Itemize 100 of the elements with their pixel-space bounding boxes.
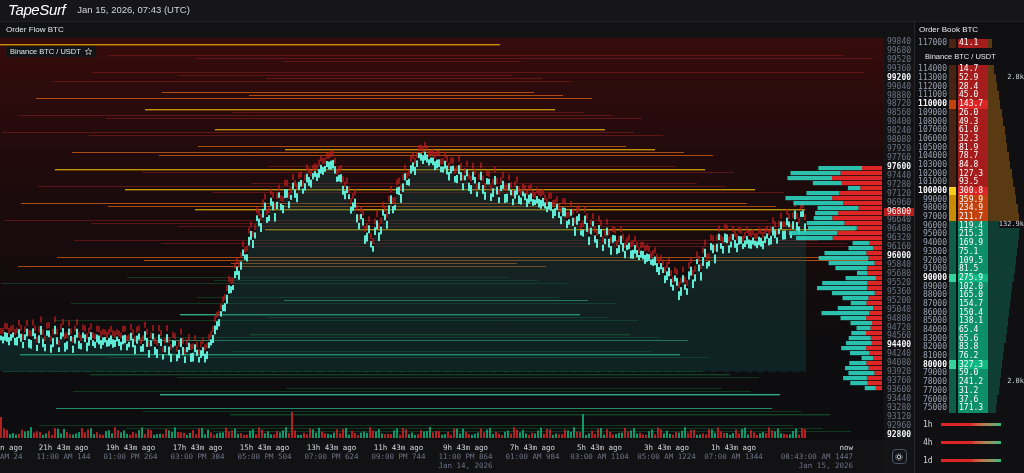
price-label: 88000 [921, 291, 948, 300]
price-label: 94000 [921, 239, 948, 248]
qty-label: 165.0 [958, 290, 988, 300]
price-axis-label: 96480 [885, 225, 913, 234]
price-label: 95000 [921, 230, 948, 239]
price-label: 97000 [921, 213, 948, 222]
price-axis-label: 94240 [885, 350, 913, 359]
price-axis-label: 94080 [885, 359, 913, 368]
qty-label: 81.9 [958, 143, 988, 152]
qty-label: 93.5 [958, 178, 988, 187]
qty-label: 300.8 [958, 186, 988, 196]
price-axis-label: 97760 [885, 154, 913, 162]
volume-bar [941, 423, 1001, 427]
price-label: 104000 [917, 152, 948, 161]
price-label: 113000 [917, 74, 948, 83]
price-axis-label: 99040 [885, 82, 913, 91]
qty-label: 150.4 [958, 308, 988, 317]
period-label: 4h [923, 436, 934, 449]
price-axis-label: 94720 [885, 323, 913, 332]
price-label: 99000 [921, 195, 948, 204]
price-label: 110000 [917, 100, 948, 109]
qty-label: 275.9 [958, 273, 988, 283]
app-logo: TapeSurf [8, 0, 66, 21]
price-label: 89000 [921, 282, 948, 291]
qty-label: 171.3 [958, 403, 988, 413]
depth-bar [988, 230, 1020, 239]
price-label: 100000 [917, 187, 948, 196]
qty-label: 45.0 [958, 91, 988, 100]
price-label: 79000 [921, 369, 948, 378]
price-axis-label: 96960 [885, 198, 913, 207]
depth-bar [988, 403, 997, 413]
price-label: 83000 [921, 334, 948, 343]
price-axis-label: 98080 [885, 136, 913, 145]
price-axis-label: 96640 [885, 216, 913, 225]
price-axis-label: 99840 [885, 38, 913, 46]
price-axis-label: 93280 [885, 403, 913, 412]
qty-label: 234.9 [958, 204, 988, 213]
price-label: 81000 [921, 352, 948, 361]
price-label: 103000 [917, 161, 948, 169]
qty-label: 154.7 [958, 299, 988, 309]
qty-label: 102.0 [958, 282, 988, 291]
price-label: 93000 [921, 247, 948, 256]
price-label: 117000 [917, 39, 948, 48]
qty-label: 169.9 [958, 238, 988, 248]
price-label: 86000 [921, 308, 948, 317]
price-label: 78000 [921, 378, 948, 387]
datetime-label: Jan 15, 2026, 07:43 (UTC) [77, 3, 190, 18]
settings-button[interactable] [891, 449, 907, 464]
price-axis-label: 95840 [885, 261, 913, 270]
qty-label: 83.8 [958, 343, 988, 352]
price-axis-label: 98720 [885, 100, 913, 109]
qty-label: 76.2 [958, 351, 988, 361]
price-label: 101000 [917, 178, 948, 187]
price-axis-label: 97440 [885, 171, 913, 180]
qty-label: 31.2 [958, 386, 988, 396]
price-label: 102000 [917, 169, 948, 178]
qty-label: 32.3 [958, 134, 988, 144]
price-label: 106000 [917, 134, 948, 143]
price-axis-label: 98560 [885, 109, 913, 118]
price-axis-label: 95680 [885, 269, 913, 278]
price-label: 91000 [921, 265, 948, 274]
qty-label: 52.9 [958, 73, 988, 83]
period-label: 1d [923, 454, 934, 467]
qty-label: 41.1 [958, 39, 988, 48]
price-axis-label: 98400 [885, 118, 913, 127]
price-axis-label: 97120 [885, 189, 913, 198]
price-axis-label: 98240 [885, 127, 913, 136]
price-axis-label: 96160 [885, 243, 913, 252]
panel-title: Order Book BTC [919, 24, 979, 36]
price-axis-label: 93600 [885, 385, 913, 394]
price-axis-label: 97600 [885, 162, 913, 171]
price-axis-label: 93920 [885, 368, 913, 377]
qty-label: 26.0 [958, 108, 988, 118]
price-label: 92000 [921, 256, 948, 265]
price-axis-label: 95040 [885, 305, 913, 314]
qty-label: 61.0 [958, 125, 988, 135]
star-icon[interactable] [84, 48, 92, 56]
period-label: 1h [923, 418, 934, 431]
price-label: 111000 [917, 91, 948, 100]
price-axis-label: 92800 [885, 430, 913, 440]
qty-label: 59.0 [958, 369, 988, 378]
qty-label: 65.4 [958, 325, 988, 335]
price-axis-label: 93440 [885, 394, 913, 403]
qty-label: 241.2 [958, 377, 988, 387]
price-axis-label: 97280 [885, 180, 913, 189]
price-axis-label: 94880 [885, 314, 913, 323]
price-axis-label: 98880 [885, 91, 913, 100]
panel-title: Order Flow BTC [6, 24, 64, 36]
price-axis-label: 92960 [885, 421, 913, 430]
price-label: 75000 [921, 404, 948, 413]
volume-bar [941, 441, 1001, 445]
price-label: 82000 [921, 343, 948, 352]
price-label: 107000 [917, 126, 948, 135]
settings-icon [895, 452, 903, 461]
qty-label: 81.5 [958, 264, 988, 274]
price-label: 80000 [921, 360, 948, 369]
qty-label: 84.8 [958, 160, 988, 170]
price-axis-label: 97920 [885, 145, 913, 154]
qty-label: 78.7 [958, 151, 988, 161]
price-label: 84000 [921, 326, 948, 335]
